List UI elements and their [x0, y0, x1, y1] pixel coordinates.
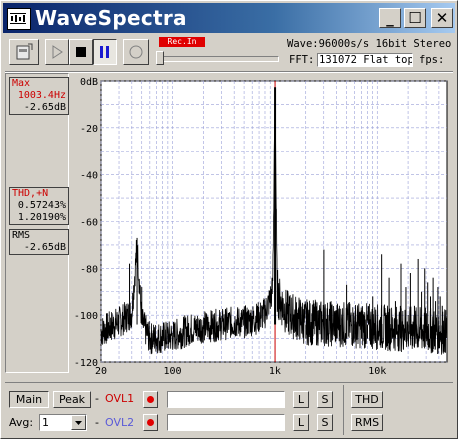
fft-label: FFT:	[289, 54, 315, 66]
maximize-icon: ☐	[408, 8, 422, 27]
thdn-value: 1.20190%	[17, 212, 66, 223]
open-file-icon	[16, 43, 33, 60]
record-dot-icon	[147, 419, 154, 426]
spectrum-svg[interactable]: 0dB-20-40-60-80-100-12020 100 1k 10k	[71, 73, 453, 379]
avg-label: Avg:	[9, 416, 34, 429]
y-tick-label: -100	[74, 311, 98, 322]
bottom-panel: Main Peak - OVL1 L S THD Avg: 1 - OVL2 L…	[5, 382, 453, 437]
rms-button[interactable]: RMS	[351, 414, 383, 431]
thd-value: 0.57243%	[17, 200, 66, 211]
avg-value: 1	[42, 416, 49, 429]
y-tick-label: 0dB	[80, 77, 98, 88]
max-readout: Max 1003.4Hz -2.65dB	[9, 77, 69, 115]
main-button[interactable]: Main	[9, 391, 49, 408]
ovl1-label: OVL1	[105, 392, 135, 405]
close-icon: ✕	[435, 8, 449, 27]
ovl2-save-button[interactable]: S	[317, 414, 333, 431]
ovl1-record-button[interactable]	[143, 391, 158, 408]
wave-format-info: Wave:96000s/s 16bit Stereo	[287, 38, 452, 50]
ovl2-load-button[interactable]: L	[293, 414, 309, 431]
maximize-button[interactable]: ☐	[404, 8, 426, 28]
window-title: WaveSpectra	[35, 6, 187, 30]
ovl1-save-button[interactable]: S	[317, 391, 333, 408]
ovl2-label: OVL2	[105, 416, 135, 429]
close-button[interactable]: ✕	[431, 8, 453, 28]
ovl2-record-button[interactable]	[143, 414, 158, 431]
ovl1-load-button[interactable]: L	[293, 391, 309, 408]
pause-icon	[100, 46, 109, 58]
open-file-button[interactable]	[9, 39, 39, 65]
input-level-slider-thumb[interactable]	[156, 51, 164, 65]
separator-dash-2: -	[95, 416, 99, 429]
y-tick-label: -60	[80, 218, 98, 229]
peak-button[interactable]: Peak	[53, 391, 91, 408]
y-tick-label: -20	[80, 124, 98, 135]
readout-panel: Max 1003.4Hz -2.65dB THD,+N 0.57243% 1.2…	[5, 73, 69, 373]
ovl2-file-field[interactable]	[167, 414, 285, 431]
x-tick-label: 100	[164, 366, 182, 377]
y-tick-label: -80	[80, 264, 98, 275]
play-icon	[52, 45, 63, 59]
minimize-icon: _	[386, 8, 394, 27]
record-icon	[129, 45, 143, 59]
record-dot-icon	[147, 396, 154, 403]
stop-icon	[76, 47, 86, 57]
spectrum-chart[interactable]: 0dB -20 -40 -60 -80 -100 -120 20 100 1k 10k	[71, 73, 453, 379]
application-window: WaveSpectra _ ☐ ✕ Rec.In Wave:96000s/s 1…	[0, 0, 458, 439]
title-bar[interactable]: WaveSpectra _ ☐ ✕	[3, 3, 455, 33]
thd-button[interactable]: THD	[351, 391, 383, 408]
record-button[interactable]	[123, 39, 149, 65]
separator-dash-1: -	[95, 392, 99, 405]
rms-readout: RMS -2.65dB	[9, 229, 69, 255]
max-frequency: 1003.4Hz	[17, 90, 66, 101]
rec-in-indicator: Rec.In	[159, 37, 205, 47]
waveform-app-icon[interactable]	[7, 8, 31, 30]
y-tick-label: -40	[80, 171, 98, 182]
x-tick-label: 20	[95, 366, 107, 377]
max-level: -2.65dB	[23, 102, 66, 113]
thd-label: THD,+N	[12, 188, 49, 199]
max-label: Max	[12, 78, 31, 89]
thd-readout: THD,+N 0.57243% 1.20190%	[9, 187, 69, 225]
avg-select[interactable]: 1	[39, 414, 87, 431]
rms-label: RMS	[12, 230, 31, 241]
x-tick-label: 1k	[269, 366, 281, 377]
fft-settings-field[interactable]: 131072 Flat top	[317, 53, 413, 67]
input-level-slider-track[interactable]	[161, 56, 279, 62]
fps-label: fps:	[419, 54, 445, 66]
x-tick-label: 10k	[368, 366, 386, 377]
pause-button[interactable]	[93, 39, 117, 65]
stop-button[interactable]	[69, 39, 93, 65]
minimize-button[interactable]: _	[379, 8, 401, 28]
chevron-down-icon[interactable]	[71, 415, 86, 430]
ovl1-file-field[interactable]	[167, 391, 285, 408]
play-button[interactable]	[45, 39, 69, 65]
rms-level: -2.65dB	[23, 242, 66, 253]
